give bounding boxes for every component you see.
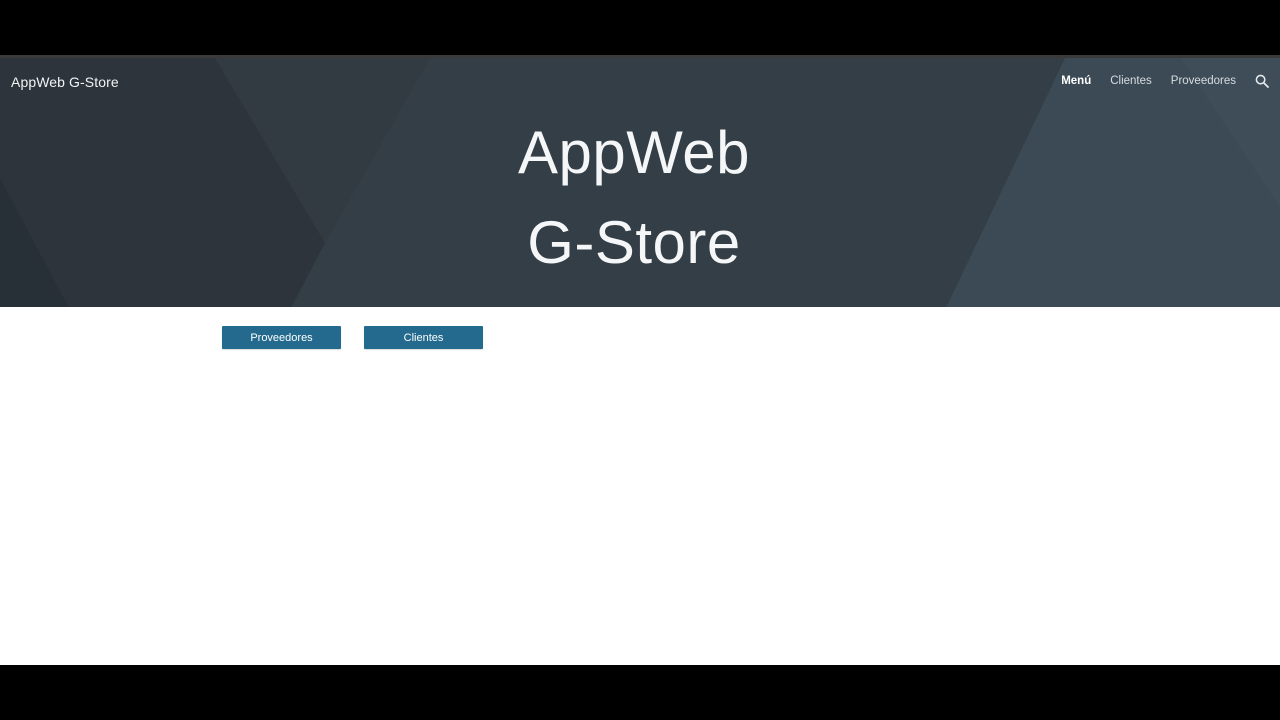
page: AppWeb G-Store Menú Clientes Proveedores…: [0, 55, 1280, 665]
hero-heading-line2: G-Store: [527, 209, 741, 276]
proveedores-button[interactable]: Proveedores: [222, 326, 341, 349]
site-title[interactable]: AppWeb G-Store: [11, 74, 119, 90]
nav-item-proveedores[interactable]: Proveedores: [1171, 75, 1236, 87]
letterbox-top: [0, 0, 1280, 55]
clientes-button[interactable]: Clientes: [364, 326, 483, 349]
action-buttons: Proveedores Clientes: [222, 326, 483, 349]
nav-item-clientes[interactable]: Clientes: [1110, 75, 1152, 87]
nav-item-menu[interactable]: Menú: [1061, 75, 1091, 87]
hero-heading: AppWeb G-Store: [0, 108, 1268, 288]
letterbox-bottom: [0, 665, 1280, 720]
hero-heading-line1: AppWeb: [517, 119, 751, 186]
main-nav: Menú Clientes Proveedores: [1061, 74, 1269, 88]
search-icon[interactable]: [1255, 74, 1269, 88]
hero-header: AppWeb G-Store Menú Clientes Proveedores…: [0, 55, 1280, 307]
